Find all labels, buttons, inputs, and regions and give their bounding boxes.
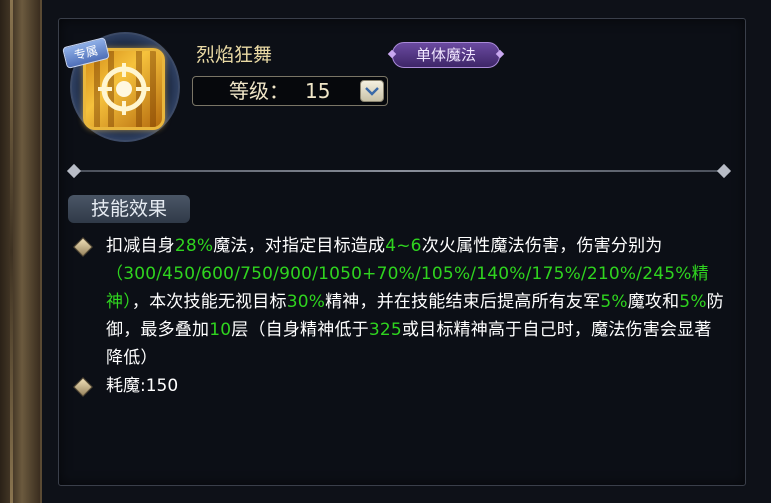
effect-section-label: 技能效果 bbox=[68, 195, 190, 223]
skill-name: 烈焰狂舞 bbox=[196, 44, 273, 66]
level-selector[interactable]: 等级： 15 bbox=[192, 76, 388, 106]
highlight-value: 5% bbox=[600, 292, 628, 312]
highlight-value: 28% bbox=[174, 236, 214, 256]
description-text: 精神，并在技能结束后提高所有友军 bbox=[325, 292, 601, 312]
description-text: 层（自身精神低于 bbox=[231, 320, 369, 340]
level-dropdown-button[interactable] bbox=[360, 80, 384, 102]
left-frame-border bbox=[0, 0, 40, 503]
highlight-value: 325 bbox=[368, 320, 402, 340]
description-text: 次火属性魔法伤害，伤害分别为 bbox=[421, 236, 663, 256]
level-value: 15 bbox=[305, 79, 331, 103]
highlight-value: 10 bbox=[209, 320, 232, 340]
level-label: 等级： bbox=[229, 79, 289, 103]
highlight-value: 5% bbox=[679, 292, 707, 312]
effect-description: 扣减自身28%魔法，对指定目标造成4~6次火属性魔法伤害，伤害分别为（300/4… bbox=[106, 232, 728, 372]
highlight-value: 4~6 bbox=[385, 236, 422, 256]
chevron-down-icon bbox=[365, 87, 379, 96]
highlight-value: 30% bbox=[286, 292, 326, 312]
description-text: ，本次技能无视目标 bbox=[131, 292, 287, 312]
section-divider bbox=[74, 170, 728, 172]
skill-type-badge: 单体魔法 bbox=[392, 42, 500, 68]
description-text: 魔法，对指定目标造成 bbox=[213, 236, 386, 256]
description-text: 魔攻和 bbox=[627, 292, 680, 312]
flame-dance-emblem-icon bbox=[98, 63, 150, 115]
description-text: 扣减自身 bbox=[106, 236, 175, 256]
mana-cost: 耗魔:150 bbox=[106, 376, 179, 396]
